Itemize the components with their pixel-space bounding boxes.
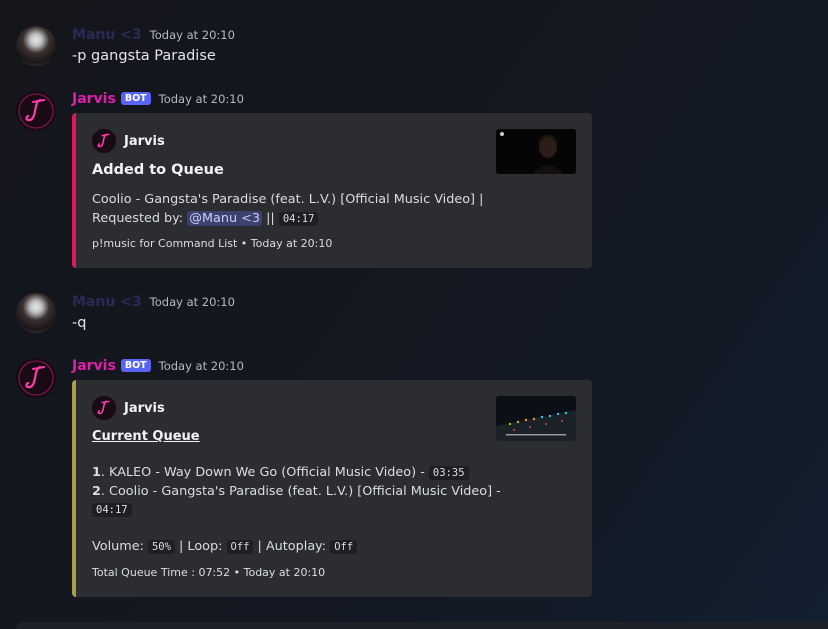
- track-duration: 04:17: [278, 211, 319, 226]
- loop-label: | Loop:: [179, 539, 223, 554]
- embed-title: Added to Queue: [92, 162, 224, 178]
- separator: ||: [266, 210, 275, 226]
- timestamp[interactable]: Today at 20:10: [150, 295, 235, 309]
- queue-item-number: 1: [92, 465, 101, 480]
- bot-avatar[interactable]: [16, 358, 56, 398]
- bot-avatar[interactable]: [16, 91, 56, 131]
- author-name[interactable]: Jarvis: [72, 91, 116, 107]
- queue-item-duration: 04:17: [92, 503, 132, 517]
- thumbnail-image[interactable]: [496, 129, 576, 174]
- embed-author: Jarvis: [92, 396, 165, 420]
- queue-item-title: Coolio - Gangsta's Paradise (feat. L.V.)…: [109, 483, 501, 499]
- message-header: Manu <3 Today at 20:10: [72, 294, 235, 310]
- embed-author: Jarvis: [92, 129, 165, 153]
- embed-author-name: Jarvis: [124, 400, 165, 416]
- queue-list: 1. KALEO - Way Down We Go (Official Musi…: [92, 464, 501, 520]
- embed-author-name: Jarvis: [124, 133, 165, 149]
- loop-value: Off: [226, 540, 254, 554]
- author-name[interactable]: Jarvis: [72, 358, 116, 374]
- embed-added-to-queue: Jarvis Added to Queue Coolio - Gangsta's…: [72, 113, 592, 268]
- user-avatar[interactable]: [16, 293, 56, 333]
- queue-item: 1. KALEO - Way Down We Go (Official Musi…: [92, 464, 501, 483]
- queue-item-number: 2: [92, 483, 101, 499]
- embed-footer: p!music for Command List • Today at 20:1…: [92, 237, 333, 250]
- message-content: -p gangsta Paradise: [72, 48, 216, 64]
- bot-tag: BOT: [120, 92, 151, 105]
- embed-footer: Total Queue Time : 07:52 • Today at 20:1…: [92, 566, 326, 579]
- embed-author-icon: [92, 129, 116, 153]
- timestamp[interactable]: Today at 20:10: [150, 28, 235, 42]
- user-mention[interactable]: @Manu <3: [187, 210, 263, 226]
- user-avatar[interactable]: [16, 26, 56, 66]
- track-title: Coolio - Gangsta's Paradise (feat. L.V.)…: [92, 192, 484, 207]
- embed-author-icon: [92, 396, 116, 420]
- embed-title[interactable]: Current Queue: [92, 429, 200, 444]
- bot-tag: BOT: [120, 359, 151, 372]
- queue-item-duration: 03:35: [428, 466, 469, 480]
- neon-j-icon: [16, 91, 56, 131]
- message-input-edge[interactable]: [16, 622, 828, 629]
- neon-j-icon: [16, 358, 56, 398]
- autoplay-value: Off: [330, 540, 358, 554]
- message-header: Manu <3 Today at 20:10: [72, 27, 235, 43]
- queue-item-title: KALEO - Way Down We Go (Official Music V…: [109, 465, 425, 480]
- timestamp[interactable]: Today at 20:10: [159, 92, 244, 106]
- author-name[interactable]: Manu <3: [72, 294, 142, 310]
- author-name[interactable]: Manu <3: [72, 27, 142, 43]
- message-content: -q: [72, 315, 87, 331]
- queue-settings: Volume: 50% | Loop: Off | Autoplay: Off: [92, 538, 358, 557]
- autoplay-label: | Autoplay:: [257, 539, 327, 554]
- volume-label: Volume:: [92, 539, 144, 554]
- embed-current-queue: Jarvis Current Queue 1. KALEO - Way Down…: [72, 380, 592, 597]
- message-header: Jarvis BOT Today at 20:10: [72, 358, 244, 374]
- embed-description: Coolio - Gangsta's Paradise (feat. L.V.)…: [92, 191, 483, 228]
- volume-value: 50%: [147, 540, 175, 554]
- message-header: Jarvis BOT Today at 20:10: [72, 91, 244, 107]
- queue-item: 2. Coolio - Gangsta's Paradise (feat. L.…: [92, 483, 501, 499]
- thumbnail-image[interactable]: [496, 396, 576, 441]
- timestamp[interactable]: Today at 20:10: [159, 359, 244, 373]
- requested-by-label: Requested by:: [92, 210, 184, 226]
